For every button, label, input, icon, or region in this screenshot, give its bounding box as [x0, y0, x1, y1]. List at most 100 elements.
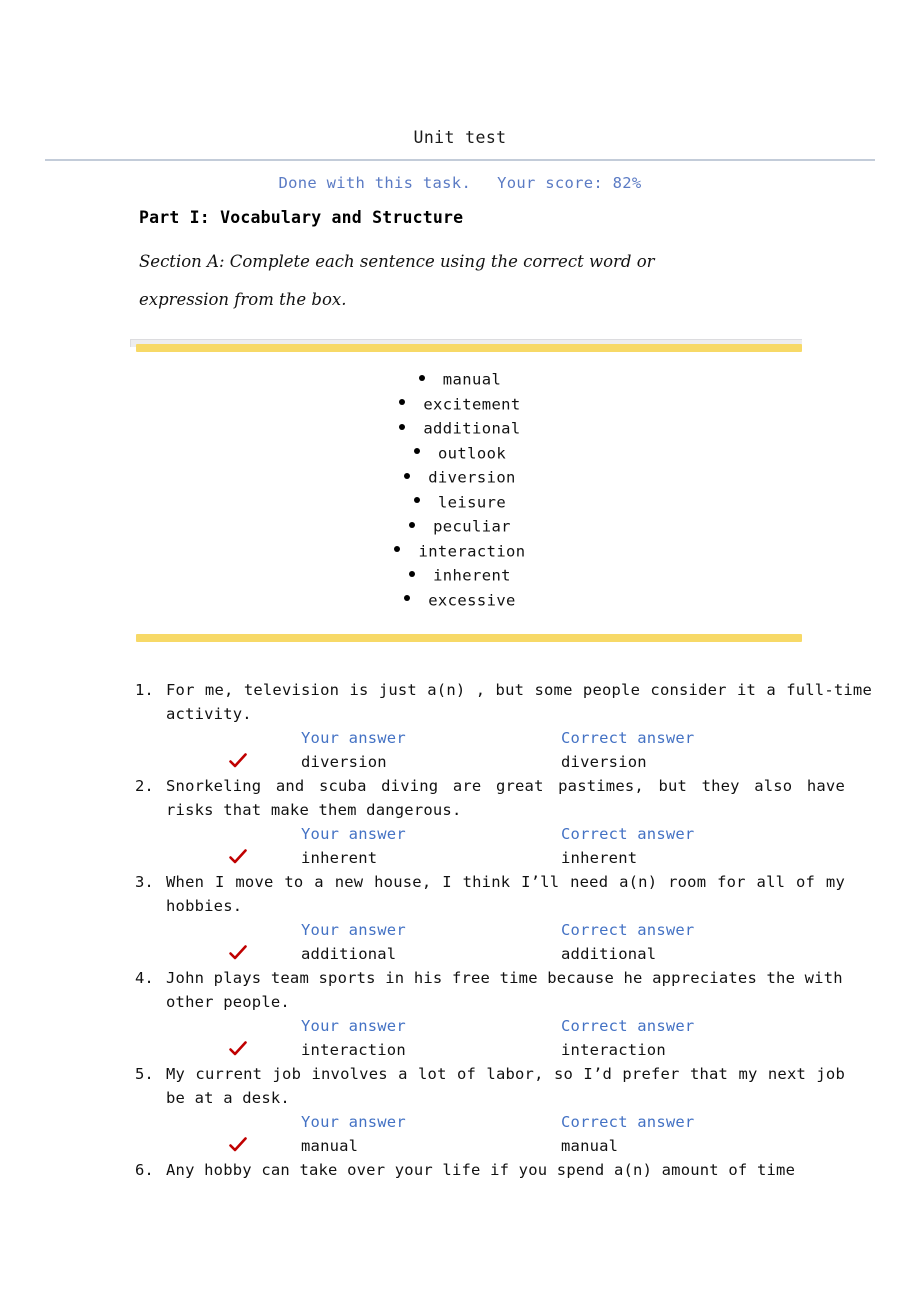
answer-header-row: Your answer Correct answer [166, 918, 845, 942]
question-text: Any hobby can take over your life if you… [166, 1161, 796, 1179]
bullet-icon [418, 374, 425, 381]
question-list: 1. For me, television is just a(n) , but … [0, 678, 920, 1182]
your-answer-header: Your answer [301, 729, 406, 747]
your-answer-value: inherent [301, 849, 378, 867]
your-answer-value: interaction [301, 1041, 406, 1059]
bullet-icon [399, 423, 406, 430]
title-divider [45, 159, 875, 161]
word-list-item-label: inherent [433, 566, 511, 585]
question-text: John plays team sports in his free time … [166, 969, 843, 1011]
word-list: manual excitement additional outlook diversi… [0, 353, 920, 612]
question-body: 2. Snorkeling and scuba diving are great … [135, 774, 845, 870]
your-answer-header: Your answer [301, 1017, 406, 1035]
word-list-item: interaction [0, 539, 920, 564]
answer-block: Your answer Correct answer inherent inheren… [166, 822, 845, 870]
question-text: Snorkeling and scuba diving are great pa… [166, 777, 845, 819]
test-results-page: Unit test Done with this task. Your score… [0, 0, 920, 1302]
answer-header-row: Your answer Correct answer [166, 1014, 845, 1038]
word-list-item-label: excitement [423, 395, 521, 413]
bullet-icon [409, 570, 416, 577]
correct-answer-value: manual [561, 1137, 619, 1155]
status-score-text: Your score: 82% [497, 174, 642, 192]
section-instruction-line1: Section A: Complete each sentence using … [139, 252, 655, 271]
answer-value-row: diversion diversion [166, 750, 845, 774]
word-list-item: excitement [0, 392, 920, 417]
answer-value-row: manual manual [166, 1134, 845, 1158]
answer-block: Your answer Correct answer manual manual [166, 1110, 845, 1158]
question-body: 3. When I move to a new house, I think I’… [135, 870, 845, 966]
word-list-item-label: manual [442, 370, 502, 389]
correct-answer-header: Correct answer [561, 825, 695, 843]
word-list-item: peculiar [0, 514, 920, 539]
correct-answer-value: diversion [561, 753, 647, 771]
word-list-item-label: diversion [428, 468, 516, 487]
question-number: 5. [135, 1065, 154, 1083]
answer-value-row: interaction interaction [166, 1038, 845, 1062]
your-answer-value: diversion [301, 753, 387, 771]
bullet-icon [413, 497, 420, 503]
word-list-item: manual [0, 367, 920, 392]
question-body: 6. Any hobby can take over your life if y… [135, 1158, 845, 1182]
correct-answer-value: inherent [561, 849, 638, 867]
word-list-item-label: interaction [418, 542, 526, 560]
question-text: When I move to a new house, I think I’ll… [166, 873, 845, 915]
answer-header-row: Your answer Correct answer [166, 726, 845, 750]
answer-block: Your answer Correct answer diversion divers… [166, 726, 845, 774]
correct-answer-header: Correct answer [561, 921, 695, 939]
question-number: 6. [135, 1161, 154, 1179]
question-body: 5. My current job involves a lot of labor… [135, 1062, 845, 1158]
word-list-item: excessive [0, 588, 920, 613]
section-instruction: Section A: Complete each sentence using … [139, 243, 781, 319]
word-box-top-bar [130, 339, 802, 353]
your-answer-value: manual [301, 1137, 359, 1155]
word-list-spacer [0, 612, 920, 634]
answer-block: Your answer Correct answer additional addit… [166, 918, 845, 966]
your-answer-header: Your answer [301, 921, 406, 939]
question-item: 3. When I move to a new house, I think I’… [0, 870, 920, 966]
correct-answer-header: Correct answer [561, 729, 695, 747]
question-item: 2. Snorkeling and scuba diving are great … [0, 774, 920, 870]
word-list-item-label: additional [423, 419, 521, 438]
correct-answer-value: interaction [561, 1041, 666, 1059]
word-list-item-label: peculiar [433, 517, 511, 536]
page-title: Unit test [413, 128, 507, 147]
answer-value-row: inherent inherent [166, 846, 845, 870]
correct-answer-header: Correct answer [561, 1017, 695, 1035]
status-line: Done with this task. Your score: 82% [0, 173, 920, 193]
word-box-bottom-bar-yellow [136, 634, 802, 642]
question-number: 4. [135, 969, 154, 987]
section-instruction-line2: expression from the box. [139, 290, 347, 309]
correct-check-icon [228, 751, 248, 771]
question-text: My current job involves a lot of labor, … [166, 1065, 845, 1107]
word-box-bottom-bar [130, 634, 802, 650]
word-list-item: diversion [0, 465, 920, 490]
bullet-icon [409, 521, 416, 528]
your-answer-header: Your answer [301, 825, 406, 843]
top-spacer [0, 0, 920, 128]
question-item: 6. Any hobby can take over your life if y… [0, 1158, 920, 1182]
answer-block: Your answer Correct answer interaction inte… [166, 1014, 845, 1062]
word-box: manual excitement additional outlook diversi… [0, 339, 920, 650]
status-done-text: Done with this task. [278, 174, 472, 192]
bullet-icon [413, 448, 420, 454]
word-list-item: additional [0, 416, 920, 441]
bullet-icon [404, 472, 411, 479]
question-body: 1. For me, television is just a(n) , but … [135, 678, 872, 774]
question-item: 5. My current job involves a lot of labor… [0, 1062, 920, 1158]
correct-check-icon [228, 943, 248, 963]
word-box-top-bar-yellow [136, 344, 802, 352]
bullet-icon [394, 546, 401, 552]
your-answer-header: Your answer [301, 1113, 406, 1131]
word-list-item: outlook [0, 441, 920, 466]
question-number: 3. [135, 873, 154, 891]
answer-header-row: Your answer Correct answer [166, 1110, 845, 1134]
question-item: 1. For me, television is just a(n) , but … [0, 678, 920, 774]
correct-check-icon [228, 1039, 248, 1059]
answer-value-row: additional additional [166, 942, 845, 966]
question-item: 4. John plays team sports in his free tim… [0, 966, 920, 1062]
answer-header-row: Your answer Correct answer [166, 822, 845, 846]
word-list-item: inherent [0, 563, 920, 588]
correct-answer-header: Correct answer [561, 1113, 695, 1131]
word-list-item: leisure [0, 490, 920, 515]
correct-answer-value: additional [561, 945, 657, 963]
